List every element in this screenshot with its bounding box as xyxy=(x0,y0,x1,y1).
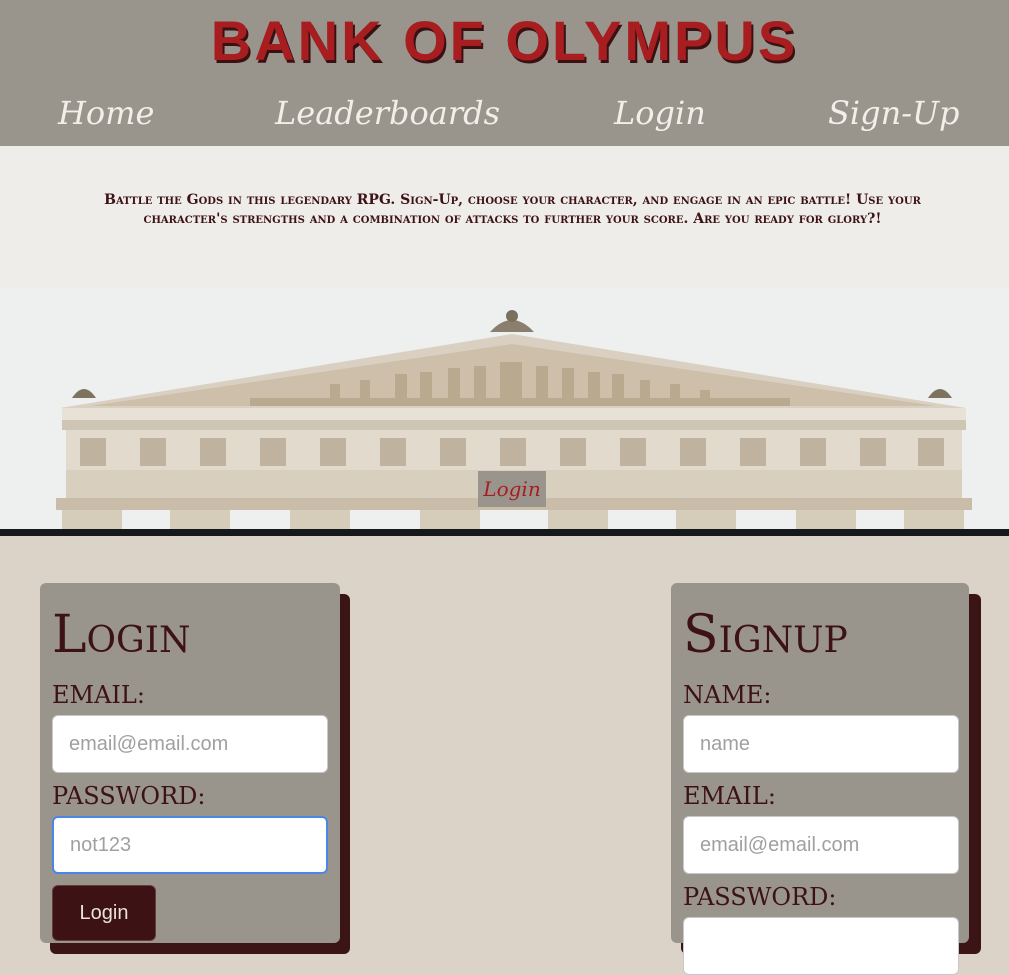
intro-text: Battle the Gods in this legendary RPG. S… xyxy=(104,192,921,227)
login-email-input[interactable] xyxy=(52,715,328,773)
login-title: Login xyxy=(52,605,191,665)
signup-email-label: EMAIL: xyxy=(683,782,776,810)
nav-home[interactable]: Home xyxy=(58,94,154,132)
login-submit-button[interactable]: Login xyxy=(52,885,156,941)
login-password-input[interactable] xyxy=(52,816,328,874)
login-password-label: PASSWORD: xyxy=(52,782,206,810)
site-header: BANK OF OLYMPUS Home Leaderboards Login … xyxy=(0,0,1009,146)
intro-section: Battle the Gods in this legendary RPG. S… xyxy=(0,146,1009,288)
site-logo: BANK OF OLYMPUS xyxy=(210,9,799,72)
section-divider xyxy=(0,529,1009,536)
signup-name-input[interactable] xyxy=(683,715,959,773)
signup-name-label: NAME: xyxy=(683,681,772,709)
signup-password-input[interactable] xyxy=(683,917,959,975)
signup-email-input[interactable] xyxy=(683,816,959,874)
login-card: Login EMAIL: PASSWORD: Login xyxy=(40,583,340,943)
login-email-label: EMAIL: xyxy=(52,681,145,709)
signup-password-label: PASSWORD: xyxy=(683,883,837,911)
signup-card: Signup NAME: EMAIL: PASSWORD: xyxy=(671,583,969,975)
hero-login-button[interactable]: Login xyxy=(478,471,546,507)
nav-signup[interactable]: Sign-Up xyxy=(828,94,960,132)
nav-leaderboards[interactable]: Leaderboards xyxy=(275,94,500,132)
signup-title: Signup xyxy=(683,605,848,665)
nav-login[interactable]: Login xyxy=(614,94,706,132)
hero-banner: Login xyxy=(0,288,1009,530)
